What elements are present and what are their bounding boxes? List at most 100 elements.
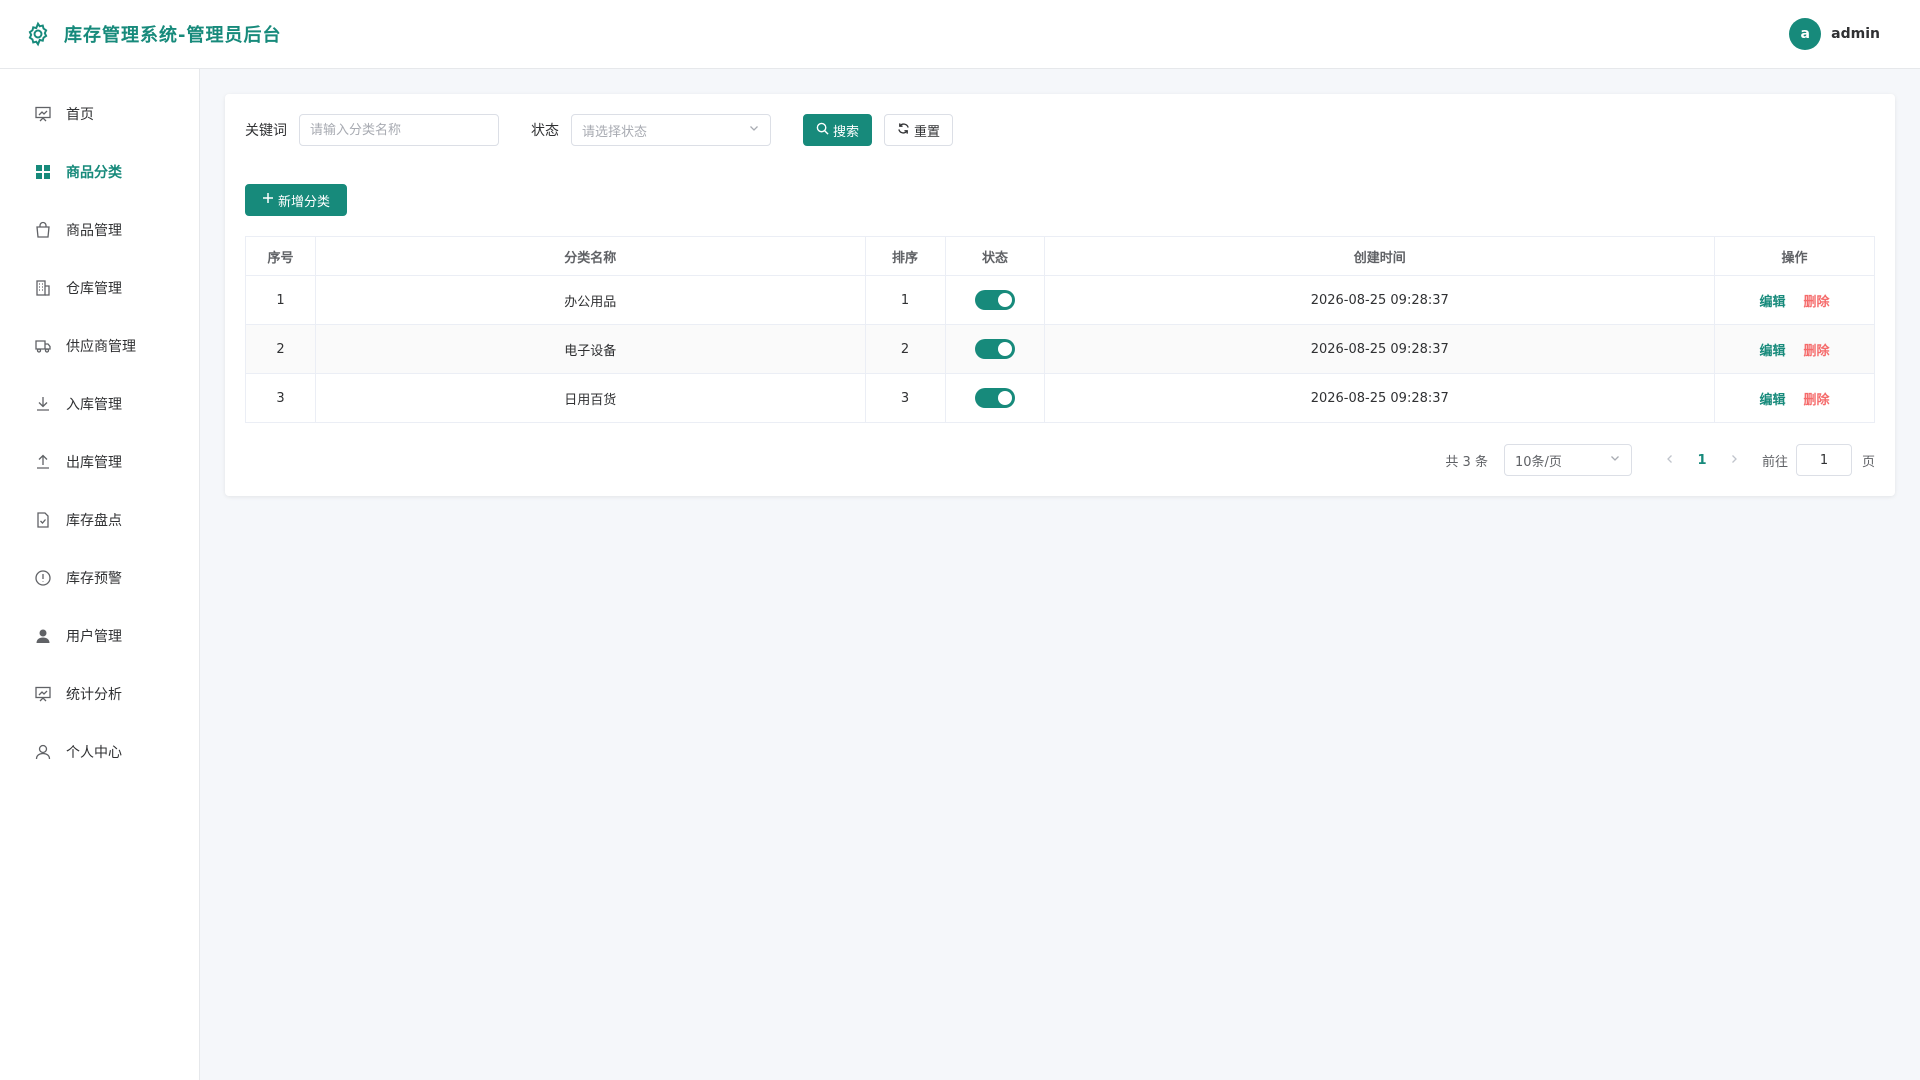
search-form: 关键词 状态 请选择状态 搜索 重置	[245, 114, 1875, 146]
reset-button[interactable]: 重置	[884, 114, 954, 146]
page-number-current[interactable]: 1	[1684, 453, 1720, 468]
user-icon	[34, 743, 52, 761]
sidebar-item-home[interactable]: 首页	[0, 85, 199, 143]
dashboard-icon	[34, 105, 52, 123]
column-header-status: 状态	[944, 236, 1046, 276]
sidebar-item-profile[interactable]: 个人中心	[0, 723, 199, 781]
sidebar-item-category[interactable]: 商品分类	[0, 143, 199, 201]
sidebar-item-label: 首页	[66, 107, 94, 123]
download-icon	[34, 395, 52, 413]
user-filled-icon	[34, 627, 52, 645]
table-row: 2 电子设备 2 2026-08-25 09:28:37 编辑 删除	[245, 324, 1875, 374]
cell-index: 1	[245, 275, 316, 325]
grid-icon	[34, 163, 52, 181]
cell-index: 3	[245, 373, 316, 423]
sidebar: 首页 商品分类 商品管理 仓库管理 供应商管理 入库管理 出库管理 库存盘点 库…	[0, 69, 200, 1080]
document-check-icon	[34, 511, 52, 529]
sidebar-item-label: 统计分析	[66, 687, 122, 703]
sidebar-item-statistics[interactable]: 统计分析	[0, 665, 199, 723]
upload-icon	[34, 453, 52, 471]
goto-label: 前往	[1761, 454, 1788, 470]
cell-created: 2026-08-25 09:28:37	[1044, 324, 1716, 374]
cell-created: 2026-08-25 09:28:37	[1044, 275, 1716, 325]
toolbar: 新增分类	[245, 184, 1875, 216]
cell-sort: 1	[864, 275, 946, 325]
avatar[interactable]: a	[1789, 18, 1822, 50]
add-category-label: 新增分类	[277, 194, 330, 210]
table-row: 1 办公用品 1 2026-08-25 09:28:37 编辑 删除	[245, 275, 1875, 325]
sidebar-item-inbound[interactable]: 入库管理	[0, 375, 199, 433]
building-icon	[34, 279, 52, 297]
sidebar-item-outbound[interactable]: 出库管理	[0, 433, 199, 491]
search-button-label: 搜索	[833, 124, 860, 140]
cell-sort: 3	[864, 373, 946, 423]
page-unit-label: 页	[1861, 454, 1875, 470]
toggle-knob	[998, 342, 1012, 356]
search-button[interactable]: 搜索	[803, 114, 873, 146]
add-category-button[interactable]: 新增分类	[245, 184, 347, 216]
column-header-actions: 操作	[1714, 236, 1875, 276]
sidebar-item-stocktake[interactable]: 库存盘点	[0, 491, 199, 549]
sidebar-item-suppliers[interactable]: 供应商管理	[0, 317, 199, 375]
delete-button[interactable]: 删除	[1804, 389, 1830, 408]
user-menu[interactable]: a admin	[1789, 18, 1880, 50]
prev-page-button[interactable]	[1656, 453, 1684, 468]
cell-index: 2	[245, 324, 316, 374]
warning-icon	[34, 569, 52, 587]
pagination: 共 3 条 10条/页 1 前往 页	[1445, 444, 1875, 476]
sidebar-item-products[interactable]: 商品管理	[0, 201, 199, 259]
cell-name: 办公用品	[314, 275, 866, 325]
sidebar-item-label: 仓库管理	[66, 281, 122, 297]
sidebar-item-users[interactable]: 用户管理	[0, 607, 199, 665]
sidebar-item-label: 商品管理	[66, 223, 122, 239]
delete-button[interactable]: 删除	[1804, 340, 1830, 359]
username[interactable]: admin	[1831, 26, 1880, 42]
column-header-created: 创建时间	[1044, 236, 1716, 276]
sidebar-item-alerts[interactable]: 库存预警	[0, 549, 199, 607]
edit-button[interactable]: 编辑	[1760, 291, 1786, 310]
sidebar-item-label: 库存预警	[66, 571, 122, 587]
category-table: 序号 分类名称 排序 状态 创建时间 操作 1 办公用品 1 2026-08-2…	[245, 236, 1875, 423]
edit-button[interactable]: 编辑	[1760, 389, 1786, 408]
truck-icon	[34, 337, 52, 355]
cell-actions: 编辑 删除	[1714, 324, 1875, 374]
column-header-sort: 排序	[864, 236, 946, 276]
edit-button[interactable]: 编辑	[1760, 340, 1786, 359]
cell-status	[944, 324, 1046, 374]
chevron-down-icon	[1609, 452, 1621, 468]
keyword-label: 关键词	[245, 123, 287, 139]
app-title: 库存管理系统-管理员后台	[64, 25, 282, 46]
search-icon	[816, 122, 829, 139]
sidebar-item-warehouse[interactable]: 仓库管理	[0, 259, 199, 317]
status-toggle[interactable]	[975, 388, 1015, 408]
status-toggle[interactable]	[975, 339, 1015, 359]
chart-icon	[34, 685, 52, 703]
page-size-select[interactable]: 10条/页	[1503, 444, 1632, 476]
cell-actions: 编辑 删除	[1714, 373, 1875, 423]
top-header: 库存管理系统-管理员后台 a admin	[0, 0, 1920, 69]
refresh-icon	[897, 122, 910, 139]
sidebar-item-label: 入库管理	[66, 397, 122, 413]
table-header-row: 序号 分类名称 排序 状态 创建时间 操作	[245, 236, 1875, 276]
toggle-knob	[998, 293, 1012, 307]
goto-page-input[interactable]	[1795, 444, 1852, 476]
sidebar-item-label: 出库管理	[66, 455, 122, 471]
delete-button[interactable]: 删除	[1804, 291, 1830, 310]
pagination-total: 共 3 条	[1445, 454, 1488, 470]
sidebar-item-label: 供应商管理	[66, 339, 136, 355]
sidebar-item-label: 库存盘点	[66, 513, 122, 529]
cell-created: 2026-08-25 09:28:37	[1044, 373, 1716, 423]
gear-icon	[24, 20, 52, 48]
next-page-button[interactable]	[1720, 453, 1748, 468]
chevron-down-icon	[748, 122, 760, 138]
status-toggle[interactable]	[975, 290, 1015, 310]
cell-status	[944, 275, 1046, 325]
toggle-knob	[998, 391, 1012, 405]
status-select[interactable]: 请选择状态	[571, 114, 771, 146]
brand: 库存管理系统-管理员后台	[24, 20, 281, 48]
page-size-value: 10条/页	[1514, 454, 1562, 470]
status-select-placeholder: 请选择状态	[582, 124, 648, 140]
cell-name: 电子设备	[314, 324, 866, 374]
keyword-input[interactable]	[299, 114, 499, 146]
table-row: 3 日用百货 3 2026-08-25 09:28:37 编辑 删除	[245, 373, 1875, 423]
